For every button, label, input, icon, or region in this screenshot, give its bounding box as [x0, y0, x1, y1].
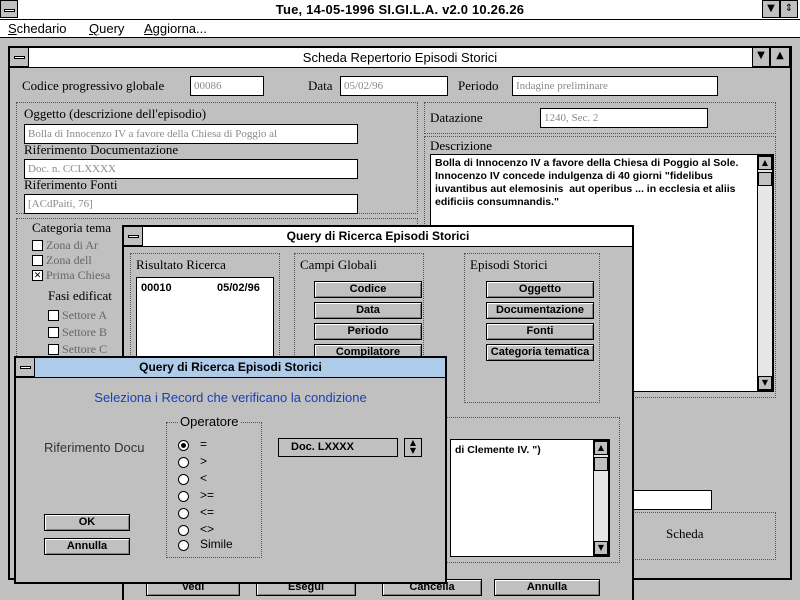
periodo-field[interactable]: Indagine preliminare — [512, 76, 718, 96]
restore-icon[interactable]: ⇕ — [780, 0, 798, 18]
categoria-item-0: Zona di Ar — [46, 238, 98, 252]
menu-schedario[interactable]: Schedario — [8, 21, 67, 36]
condizione-textarea[interactable]: di Clemente IV. ") ▲ ▼ — [450, 439, 610, 557]
scheda-window-title: Scheda Repertorio Episodi Storici ▼ ▲ — [9, 47, 790, 68]
oggetto-label: Oggetto (descrizione dell'episodio) — [24, 106, 207, 121]
settore-checkbox-1[interactable] — [48, 327, 59, 338]
condizione-scroll-down-icon[interactable]: ▼ — [594, 541, 608, 555]
window-maximize-icon[interactable]: ▲ — [770, 47, 790, 67]
operator-radio-4[interactable] — [178, 508, 189, 519]
query-menu-icon[interactable] — [123, 226, 143, 246]
operator-label-4: <= — [200, 505, 215, 519]
annulla-button[interactable]: Annulla — [494, 579, 600, 596]
categoria-item-2: Prima Chiesa — [46, 268, 111, 282]
data-field[interactable]: 05/02/96 — [340, 76, 448, 96]
minimize-icon[interactable]: ▼ — [762, 0, 780, 18]
operator-label-0: = — [200, 437, 208, 451]
settore-item-0: Settore A — [62, 308, 107, 322]
operator-label-6: Simile — [200, 537, 233, 551]
codice-label: Codice progressivo globale — [22, 78, 165, 93]
oggetto-button[interactable]: Oggetto — [486, 281, 594, 298]
rif-fonti-label: Riferimento Fonti — [24, 177, 118, 192]
categoria-checkbox-0[interactable] — [32, 240, 43, 251]
risultato-list[interactable]: 00010 05/02/96 — [136, 277, 274, 367]
scheda-title-text: Scheda Repertorio Episodi Storici — [302, 50, 498, 65]
risultato-code[interactable]: 00010 — [141, 282, 172, 294]
fasi-label: Fasi edificat — [48, 288, 112, 303]
oggetto-field[interactable]: Bolla di Innocenzo IV a favore della Chi… — [24, 124, 358, 144]
condizione-text: di Clemente IV. ") — [455, 444, 541, 456]
app-title-bar: Tue, 14-05-1996 SI.GI.L.A. v2.0 10.26.26… — [0, 0, 800, 20]
condizione-prompt: Seleziona i Record che verificano la con… — [94, 390, 367, 405]
scroll-up-icon[interactable]: ▲ — [758, 156, 772, 170]
operator-radio-1[interactable] — [178, 457, 189, 468]
menu-aggiorna[interactable]: Aggiorna... — [144, 21, 207, 36]
risultato-date[interactable]: 05/02/96 — [217, 282, 260, 294]
operator-label-2: < — [200, 471, 208, 485]
codice-button[interactable]: Codice — [314, 281, 422, 298]
operator-radio-2[interactable] — [178, 474, 189, 485]
periodo-button[interactable]: Periodo — [314, 323, 422, 340]
data-button[interactable]: Data — [314, 302, 422, 319]
data-label: Data — [308, 78, 333, 93]
fonti-button[interactable]: Fonti — [486, 323, 594, 340]
dialog-menu-icon[interactable] — [15, 357, 35, 377]
condizione-dialog: Query di Ricerca Episodi Storici Selezio… — [14, 356, 447, 584]
ok-button[interactable]: OK — [44, 514, 130, 531]
rif-doc-field[interactable]: Doc. n. CCLXXXX — [24, 159, 358, 179]
categoria-tematica-button[interactable]: Categoria tematica — [486, 344, 594, 361]
risultato-label: Risultato Ricerca — [136, 257, 226, 272]
condizione-scrollbar[interactable]: ▲ ▼ — [593, 440, 609, 556]
condizione-dialog-title-text: Query di Ricerca Episodi Storici — [139, 360, 322, 374]
categoria-checkbox-1[interactable] — [32, 255, 43, 266]
datazione-label: Datazione — [430, 110, 483, 125]
categoria-checkbox-2[interactable]: ✕ — [32, 270, 43, 281]
value-spinner-icon[interactable]: ▲ ▼ — [404, 438, 422, 457]
descrizione-label: Descrizione — [430, 138, 493, 153]
window-menu-icon[interactable] — [9, 47, 29, 67]
field-label: Riferimento Docu — [44, 440, 145, 455]
periodo-label: Periodo — [458, 78, 499, 93]
descrizione-text: Bolla di Innocenzo IV a favore della Chi… — [435, 157, 739, 208]
scheda-label: Scheda — [666, 526, 704, 541]
settore-checkbox-2[interactable] — [48, 344, 59, 355]
descrizione-scrollbar[interactable]: ▲ ▼ — [757, 155, 773, 391]
operatore-label: Operatore — [178, 414, 241, 429]
operator-label-5: <> — [200, 522, 215, 536]
operator-radio-3[interactable] — [178, 491, 189, 502]
datazione-field[interactable]: 1240, Sec. 2 — [540, 108, 708, 128]
menu-bar: Schedario Query Aggiorna... — [0, 20, 800, 38]
settore-item-2: Settore C — [62, 342, 107, 356]
value-combobox[interactable]: Doc. LXXXX — [278, 438, 398, 457]
episodi-label: Episodi Storici — [470, 257, 548, 272]
codice-field[interactable]: 00086 — [190, 76, 264, 96]
app-title: Tue, 14-05-1996 SI.GI.L.A. v2.0 10.26.26 — [275, 2, 525, 17]
scroll-thumb[interactable] — [758, 172, 772, 186]
documentazione-button[interactable]: Documentazione — [486, 302, 594, 319]
query-ricerca-title-text: Query di Ricerca Episodi Storici — [286, 229, 470, 243]
operator-radio-6[interactable] — [178, 540, 189, 551]
rif-fonti-field[interactable]: [ACdPaiti, 76] — [24, 194, 358, 214]
operator-label-3: >= — [200, 488, 215, 502]
settore-item-1: Settore B — [62, 325, 107, 339]
query-ricerca-title: Query di Ricerca Episodi Storici — [123, 226, 632, 247]
operator-radio-0[interactable] — [178, 440, 189, 451]
window-minimize-icon[interactable]: ▼ — [752, 47, 770, 67]
condizione-dialog-title: Query di Ricerca Episodi Storici — [15, 357, 445, 378]
condizione-scroll-up-icon[interactable]: ▲ — [594, 441, 608, 455]
dialog-annulla-button[interactable]: Annulla — [44, 538, 130, 555]
settore-checkbox-0[interactable] — [48, 310, 59, 321]
campi-globali-label: Campi Globali — [300, 257, 377, 272]
rif-doc-label: Riferimento Documentazione — [24, 142, 179, 157]
menu-query[interactable]: Query — [89, 21, 124, 36]
operator-radio-5[interactable] — [178, 525, 189, 536]
condizione-scroll-thumb[interactable] — [594, 457, 608, 471]
categoria-label: Categoria tema — [32, 220, 112, 235]
operator-label-1: > — [200, 454, 208, 468]
categoria-item-1: Zona dell — [46, 253, 92, 267]
scroll-down-icon[interactable]: ▼ — [758, 376, 772, 390]
